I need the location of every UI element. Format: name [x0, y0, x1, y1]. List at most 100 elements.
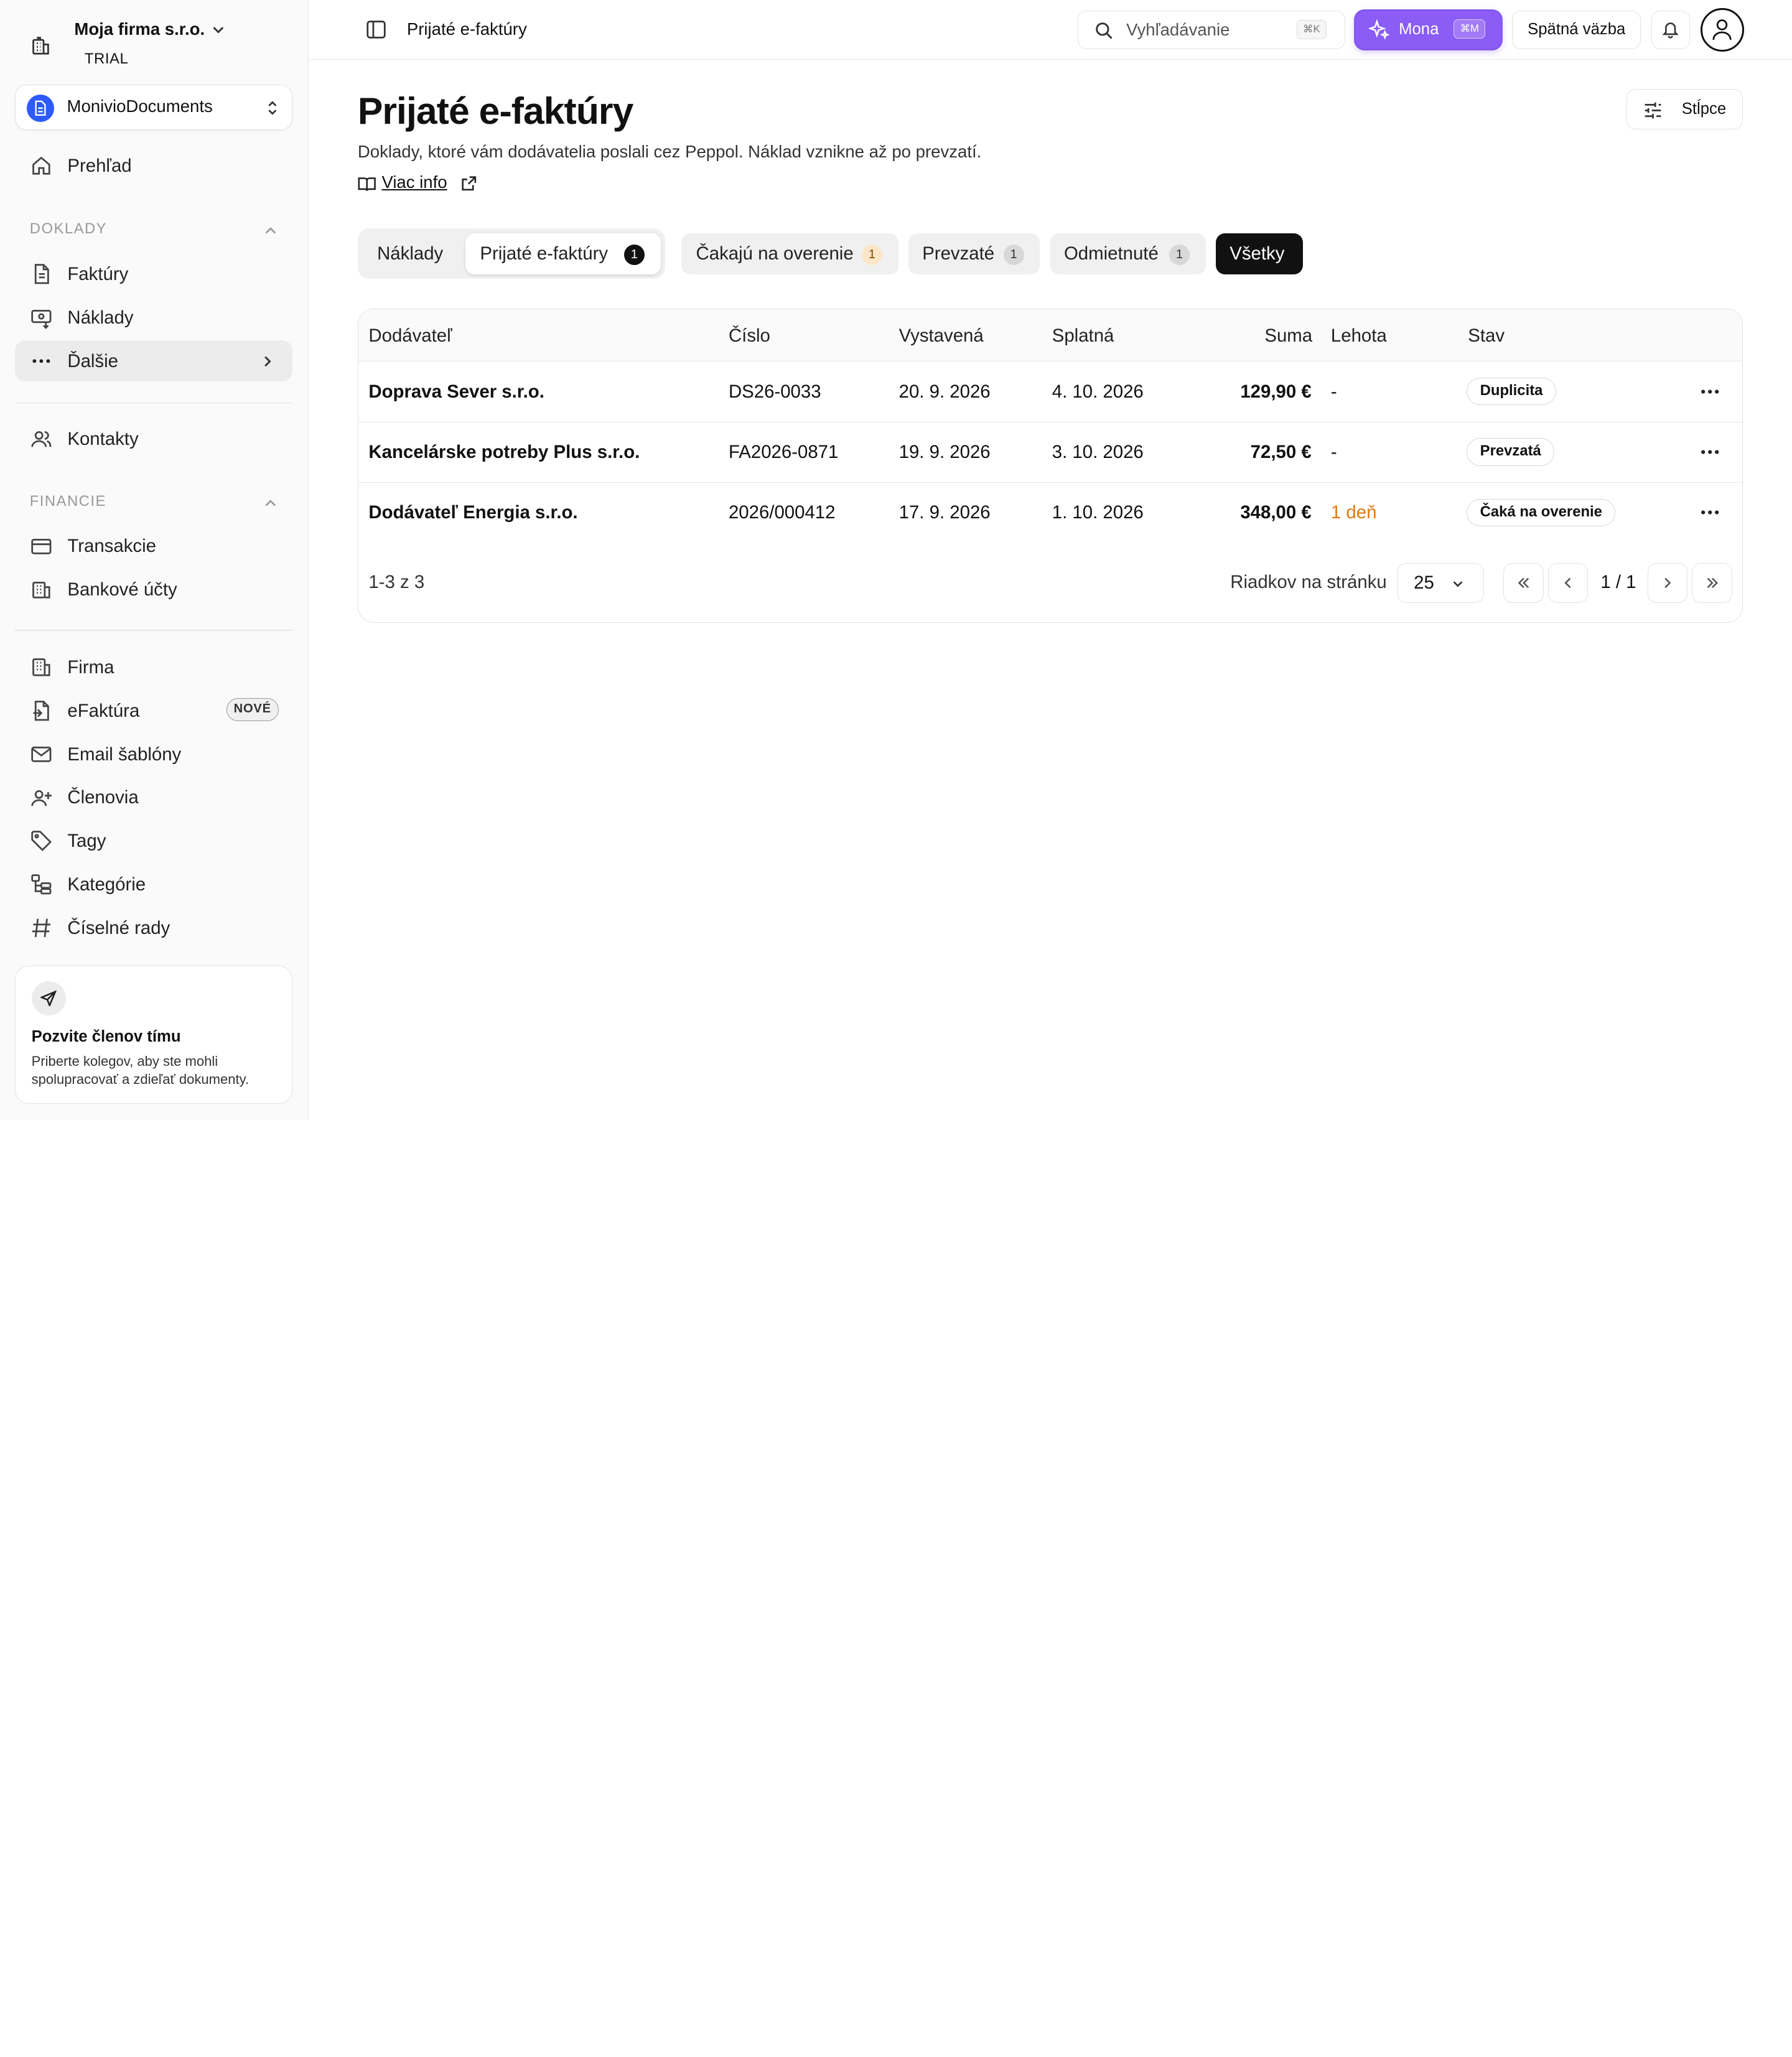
filter-rejected[interactable]: Odmietnuté 1	[1050, 233, 1206, 274]
sidebar-item-overview[interactable]: Prehľad	[15, 145, 292, 186]
search-input[interactable]: Vyhľadávanie ⌘K	[1078, 10, 1345, 49]
cell-issued: 19. 9. 2026	[898, 441, 991, 462]
sidebar-item-members[interactable]: Členovia	[15, 777, 292, 818]
table-row[interactable]: Dodávateľ Energia s.r.o. 2026/000412 17.…	[358, 483, 1742, 543]
page-title: Prijaté e-faktúry	[357, 90, 633, 133]
cell-due: 4. 10. 2026	[1052, 381, 1144, 402]
sidebar-item-label: Kategórie	[67, 874, 146, 895]
section-label: FINANCIE	[29, 492, 106, 510]
sidebar-item-tags[interactable]: Tagy	[15, 821, 292, 862]
table-row[interactable]: Kancelárske potreby Plus s.r.o. FA2026-0…	[358, 422, 1742, 483]
sidebar-toggle-icon[interactable]	[366, 19, 386, 40]
status-badge: Duplicita	[1467, 378, 1556, 406]
filter-label: Všetky	[1230, 243, 1285, 264]
status-badge: Čaká na overenie	[1467, 498, 1616, 526]
app-switcher[interactable]: MonivioDocuments	[14, 84, 293, 131]
sidebar-item-costs[interactable]: Náklady	[15, 297, 292, 338]
sidebar-item-categories[interactable]: Kategórie	[15, 864, 292, 905]
mona-ai-button[interactable]: Mona ⌘M	[1355, 10, 1502, 49]
more-horizontal-icon[interactable]	[1697, 442, 1722, 462]
folder-tree-icon	[30, 873, 53, 896]
user-avatar[interactable]	[1701, 7, 1744, 52]
search-icon	[1094, 21, 1113, 39]
cell-number: FA2026-0871	[728, 441, 839, 462]
section-label: DOKLADY	[29, 220, 108, 238]
filter-label: Prevzaté	[922, 243, 995, 264]
home-icon	[30, 154, 53, 177]
org-switcher[interactable]: Moja firma s.r.o. TRIAL	[27, 16, 290, 71]
user-icon	[1712, 19, 1732, 40]
sidebar-item-invoices[interactable]: Faktúry	[15, 254, 292, 295]
sidebar-item-contacts[interactable]: Kontakty	[15, 418, 292, 459]
filter-accepted[interactable]: Prevzaté 1	[908, 233, 1040, 274]
sidebar-item-number-series[interactable]: Číselné rady	[15, 907, 292, 948]
send-icon	[31, 981, 66, 1015]
column-header-number[interactable]: Číslo	[729, 325, 770, 347]
tab-received-einvoices[interactable]: Prijaté e-faktúry 1	[465, 233, 661, 274]
next-page-button[interactable]	[1647, 562, 1687, 603]
tag-icon	[30, 829, 53, 852]
sidebar-item-more[interactable]: Ďalšie	[14, 340, 293, 382]
invite-card[interactable]: Pozvite členov tímu Priberte kolegov, ab…	[14, 966, 293, 1104]
columns-button[interactable]: Stĺpce	[1626, 89, 1743, 129]
sidebar-item-company[interactable]: Firma	[15, 647, 292, 688]
column-header-issued[interactable]: Vystavená	[899, 325, 984, 347]
status-badge: Prevzatá	[1467, 438, 1555, 466]
column-header-status[interactable]: Stav	[1468, 325, 1505, 347]
hash-icon	[30, 917, 53, 940]
table-row[interactable]: Doprava Sever s.r.o. DS26-0033 20. 9. 20…	[358, 361, 1742, 422]
more-horizontal-icon[interactable]	[1697, 381, 1722, 402]
section-documents[interactable]: DOKLADY	[30, 220, 279, 241]
feedback-button[interactable]: Spätná väzba	[1511, 10, 1641, 49]
more-horizontal-icon	[30, 350, 53, 373]
tab-count-badge: 1	[623, 245, 645, 266]
building-icon	[30, 656, 53, 679]
filter-count-badge: 1	[861, 245, 882, 266]
sidebar-item-label: Faktúry	[67, 264, 129, 285]
building-icon	[30, 34, 53, 57]
sidebar-item-einvoice[interactable]: eFaktúra NOVÉ	[15, 690, 292, 731]
cell-issued: 20. 9. 2026	[898, 381, 991, 402]
invoices-table: Dodávateľ Číslo Vystavená Splatná Suma L…	[357, 308, 1743, 623]
new-badge: NOVÉ	[226, 698, 279, 721]
page-indicator: 1 / 1	[1600, 572, 1636, 593]
sidebar-item-label: Prehľad	[67, 155, 132, 176]
rows-per-page-label: Riadkov na stránku	[1230, 572, 1387, 593]
file-text-icon	[30, 263, 53, 286]
tab-costs[interactable]: Náklady	[362, 233, 463, 274]
breadcrumb-title: Prijaté e-faktúry	[406, 19, 527, 39]
chevron-up-icon	[263, 223, 279, 239]
chevron-left-icon	[1564, 577, 1571, 589]
chevrons-right-icon	[1707, 577, 1718, 589]
column-header-supplier[interactable]: Dodávateľ	[368, 325, 452, 347]
sidebar-item-label: Email šablóny	[67, 744, 182, 765]
cell-number: 2026/000412	[728, 502, 836, 523]
sparkles-icon	[1368, 19, 1391, 40]
more-horizontal-icon[interactable]	[1697, 502, 1722, 523]
mona-label: Mona	[1399, 21, 1439, 39]
sidebar-item-email-templates[interactable]: Email šablóny	[15, 734, 292, 775]
column-header-amount[interactable]: Suma	[1264, 325, 1312, 347]
tab-label: Náklady	[377, 243, 444, 264]
filter-all[interactable]: Všetky	[1216, 233, 1303, 274]
previous-page-button[interactable]	[1547, 562, 1589, 603]
sliders-icon	[1645, 102, 1661, 119]
sidebar-item-label: Kontakty	[67, 428, 139, 449]
last-page-button[interactable]	[1692, 562, 1732, 603]
rows-per-page-select[interactable]: 25	[1397, 562, 1484, 603]
cell-deadline: 1 deň	[1330, 502, 1377, 523]
sidebar-item-bank-accounts[interactable]: Bankové účty	[15, 569, 292, 610]
sidebar-item-label: Ďalšie	[67, 350, 118, 371]
sidebar-item-label: eFaktúra	[67, 700, 140, 721]
first-page-button[interactable]	[1503, 562, 1544, 603]
notifications-button[interactable]	[1651, 10, 1691, 49]
sidebar-item-transactions[interactable]: Transakcie	[15, 526, 292, 567]
section-finance[interactable]: FINANCIE	[30, 493, 279, 513]
column-header-due[interactable]: Splatná	[1052, 325, 1114, 347]
view-tab-group: Náklady Prijaté e-faktúry 1	[357, 228, 665, 279]
cell-amount: 72,50 €	[1250, 441, 1312, 462]
filter-pending[interactable]: Čakajú na overenie 1	[681, 233, 898, 274]
chevron-updown-icon	[264, 98, 281, 118]
column-header-deadline[interactable]: Lehota	[1331, 325, 1387, 347]
sidebar-item-label: Číselné rady	[67, 917, 170, 938]
